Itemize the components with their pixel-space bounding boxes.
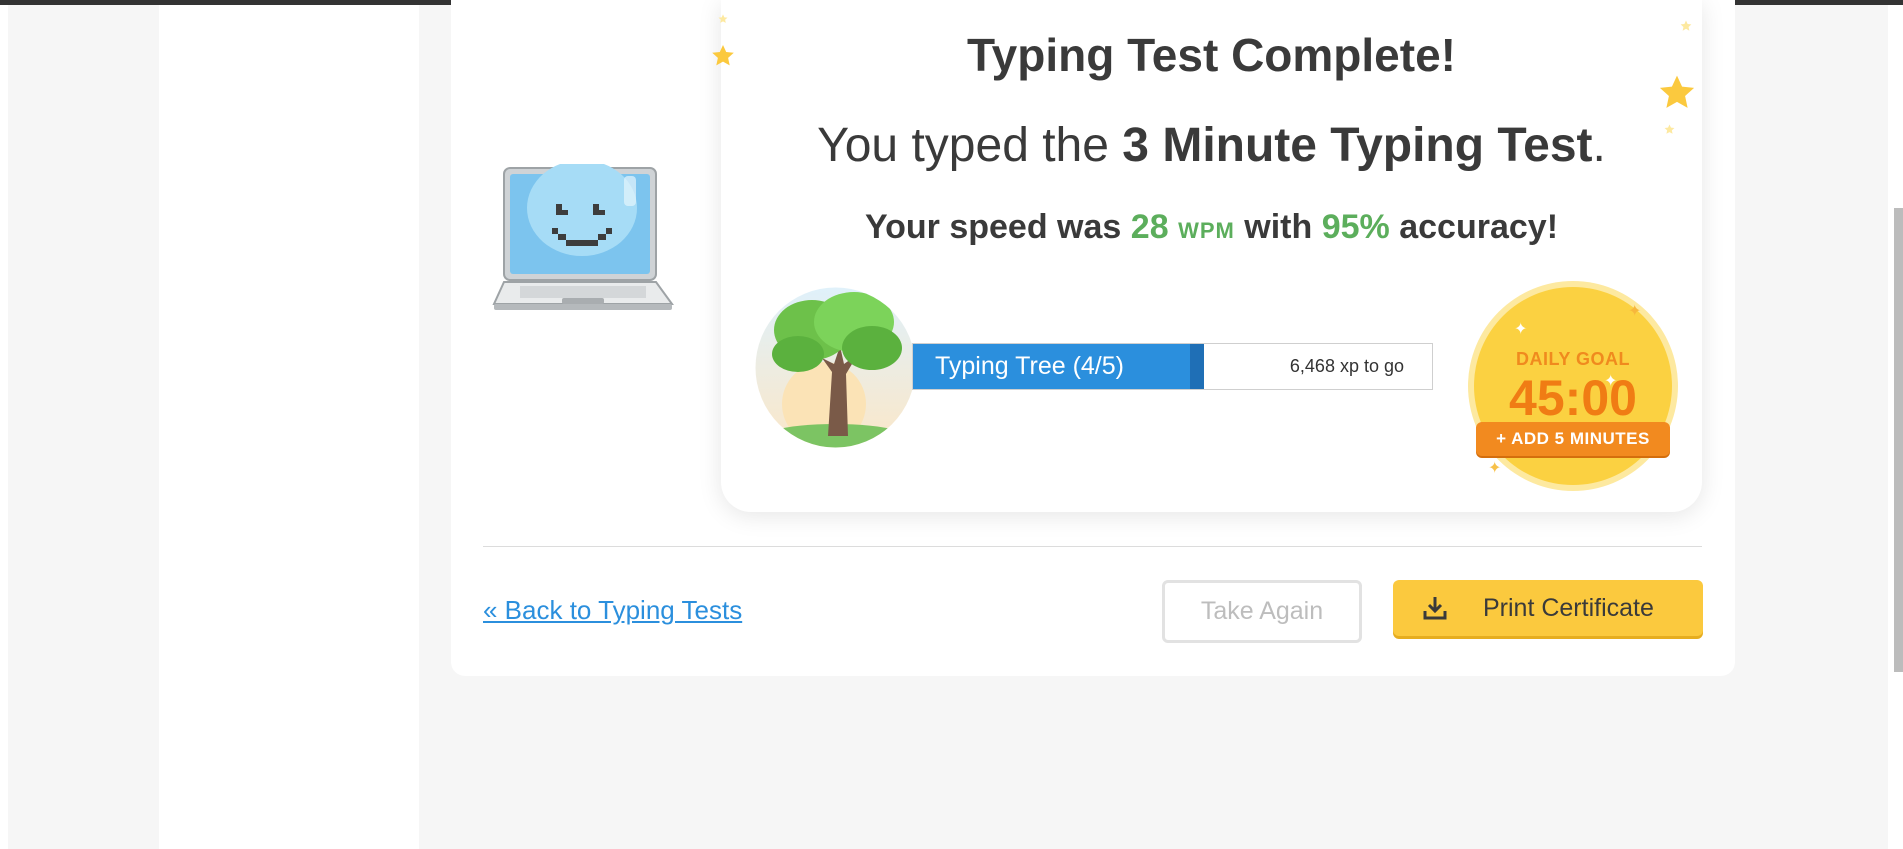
speed-prefix: Your speed was: [864, 208, 1122, 246]
level-progress-bar: Typing Tree (4/5) 6,468 xp to go: [912, 343, 1433, 390]
accuracy-value: 95%: [1321, 208, 1390, 246]
xp-to-go: 6,468 xp to go: [1289, 356, 1404, 376]
sparkle-icon: ✦: [1514, 321, 1528, 338]
daily-goal-time: 45:00: [1509, 370, 1637, 426]
daily-goal-label: DAILY GOAL: [1515, 349, 1631, 369]
add-5-minutes-button[interactable]: + ADD 5 MINUTES: [1476, 422, 1670, 456]
page-title: Typing Test Complete!: [967, 29, 1456, 81]
wpm-value: 28: [1130, 208, 1169, 246]
sparkle-icon: ✦: [1628, 303, 1642, 320]
print-certificate-label: Print Certificate: [1483, 594, 1654, 622]
download-icon: [1423, 597, 1447, 620]
star-icon: [718, 14, 728, 23]
divider: [483, 546, 1702, 547]
subtitle-prefix: You typed the: [817, 119, 1109, 172]
sparkle-icon: ✦: [1488, 460, 1502, 477]
progress-fill-edge: [1190, 344, 1204, 389]
speed-suffix: accuracy!: [1399, 208, 1559, 246]
page-left-strip: [0, 5, 8, 849]
take-again-button[interactable]: Take Again: [1162, 580, 1362, 643]
speed-line: Your speed was 28 WPM with 95% accuracy!: [721, 208, 1702, 247]
tree-icon: [755, 287, 916, 448]
left-sidebar: [159, 5, 419, 849]
subtitle-suffix: .: [1592, 119, 1606, 172]
print-certificate-button[interactable]: Print Certificate: [1393, 580, 1703, 636]
test-name-line: You typed the 3 Minute Typing Test.: [721, 118, 1702, 173]
test-name: 3 Minute Typing Test: [1122, 119, 1593, 172]
laptop-smiley-icon: [492, 164, 674, 310]
back-to-typing-tests-link[interactable]: « Back to Typing Tests: [483, 595, 742, 626]
speed-mid: with: [1244, 208, 1313, 246]
wpm-unit: WPM: [1178, 218, 1235, 243]
level-label: Typing Tree (4/5): [935, 352, 1124, 380]
scrollbar-thumb[interactable]: [1894, 208, 1903, 672]
